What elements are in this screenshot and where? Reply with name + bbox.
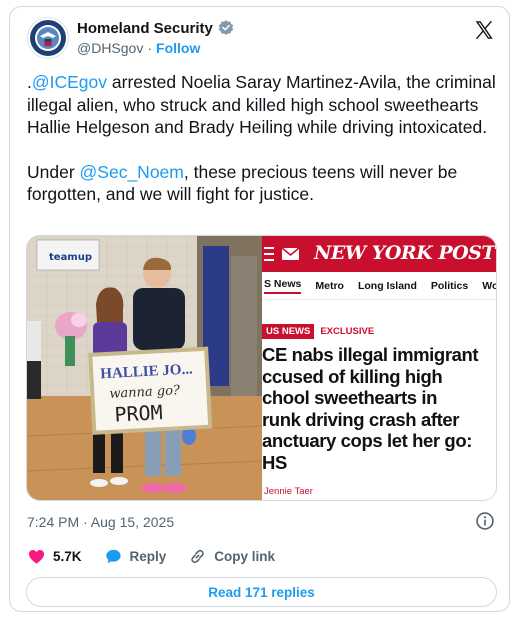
link-icon [191, 549, 205, 564]
article-tags: US NEWS EXCLUSIVE [262, 324, 374, 339]
nypost-screenshot[interactable]: NEW YORK POST S News Metro Long Island P… [262, 236, 496, 500]
nypost-header-bar: NEW YORK POST [262, 236, 496, 272]
headline-line: runk driving crash after [262, 408, 460, 430]
sign-line-3: PROM [114, 400, 163, 426]
separator-dot: · [147, 40, 153, 56]
x-logo-icon[interactable] [473, 19, 495, 41]
reply-bubble-icon [105, 549, 121, 564]
tweet-timestamp[interactable]: 7:24 PM · Aug 15, 2025 [27, 514, 174, 530]
tweet-paragraph-1: .@ICEgov arrested Noelia Saray Martinez-… [27, 71, 497, 139]
follow-button[interactable]: Follow [156, 40, 200, 56]
like-count: 5.7K [53, 549, 82, 564]
headline-line: HS [262, 451, 287, 473]
nypost-menu-icons [264, 247, 300, 261]
banner-text: teamup [49, 252, 92, 263]
author-name[interactable]: Homeland Security [77, 19, 235, 37]
prom-photo-image: teamup HALLIE JO... wanna go? PROM [27, 236, 262, 500]
tweet-actions: 5.7K Reply Copy link [27, 547, 297, 566]
nav-item-politics: Politics [430, 279, 469, 292]
reply-label: Reply [129, 549, 167, 564]
tag-us-news: US NEWS [262, 324, 315, 339]
nav-item-long-island: Long Island [357, 279, 417, 292]
info-icon[interactable] [475, 511, 495, 531]
headline-line: chool sweethearts in [262, 387, 437, 408]
prom-photo[interactable]: teamup HALLIE JO... wanna go? PROM [27, 236, 262, 500]
dhs-seal-icon [30, 20, 66, 56]
nav-item-world: Wor [482, 279, 496, 292]
read-replies-button[interactable]: Read 171 replies [26, 577, 497, 607]
nypost-logo: NEW YORK POST [314, 242, 496, 264]
nav-item-us-news: S News [264, 278, 302, 294]
headline-line: ccused of killing high [262, 365, 443, 387]
nav-item-metro: Metro [315, 279, 344, 292]
tweet-paragraph-2: Under @Sec_Noem, these precious teens wi… [27, 161, 497, 206]
article-headline: CE nabs illegal immigrant ccused of kill… [262, 344, 496, 473]
mention-icegov-link[interactable]: @ICEgov [32, 72, 107, 92]
copy-link-button[interactable]: Copy link [188, 547, 275, 566]
like-button[interactable]: 5.7K [27, 547, 82, 566]
reply-button[interactable]: Reply [104, 547, 167, 566]
headline-line: anctuary cops let her go: [262, 430, 472, 451]
handle-row: @DHSgov · Follow [77, 40, 200, 56]
verified-badge-icon [218, 20, 234, 35]
headline-line: CE nabs illegal immigrant [262, 344, 479, 365]
heart-icon [28, 550, 45, 564]
mention-sec-noem-link[interactable]: @Sec_Noem [80, 162, 184, 182]
author-handle[interactable]: @DHSgov [77, 40, 143, 56]
tag-exclusive: EXCLUSIVE [320, 326, 375, 337]
article-byline: Jennie Taer [264, 486, 313, 497]
tweet-card: Homeland Security @DHSgov · Follow .@ICE… [9, 6, 510, 612]
text-prefix-2: Under [27, 161, 80, 182]
dhs-seal-avatar[interactable] [27, 17, 69, 59]
copy-link-label: Copy link [214, 549, 276, 564]
tweet-text: .@ICEgov arrested Noelia Saray Martinez-… [27, 71, 497, 228]
nypost-nav: S News Metro Long Island Politics Wor [262, 272, 496, 300]
author-name-text[interactable]: Homeland Security [77, 20, 213, 37]
tweet-media[interactable]: teamup HALLIE JO... wanna go? PROM NEW Y… [26, 235, 497, 501]
hamburger-icon [264, 247, 274, 249]
